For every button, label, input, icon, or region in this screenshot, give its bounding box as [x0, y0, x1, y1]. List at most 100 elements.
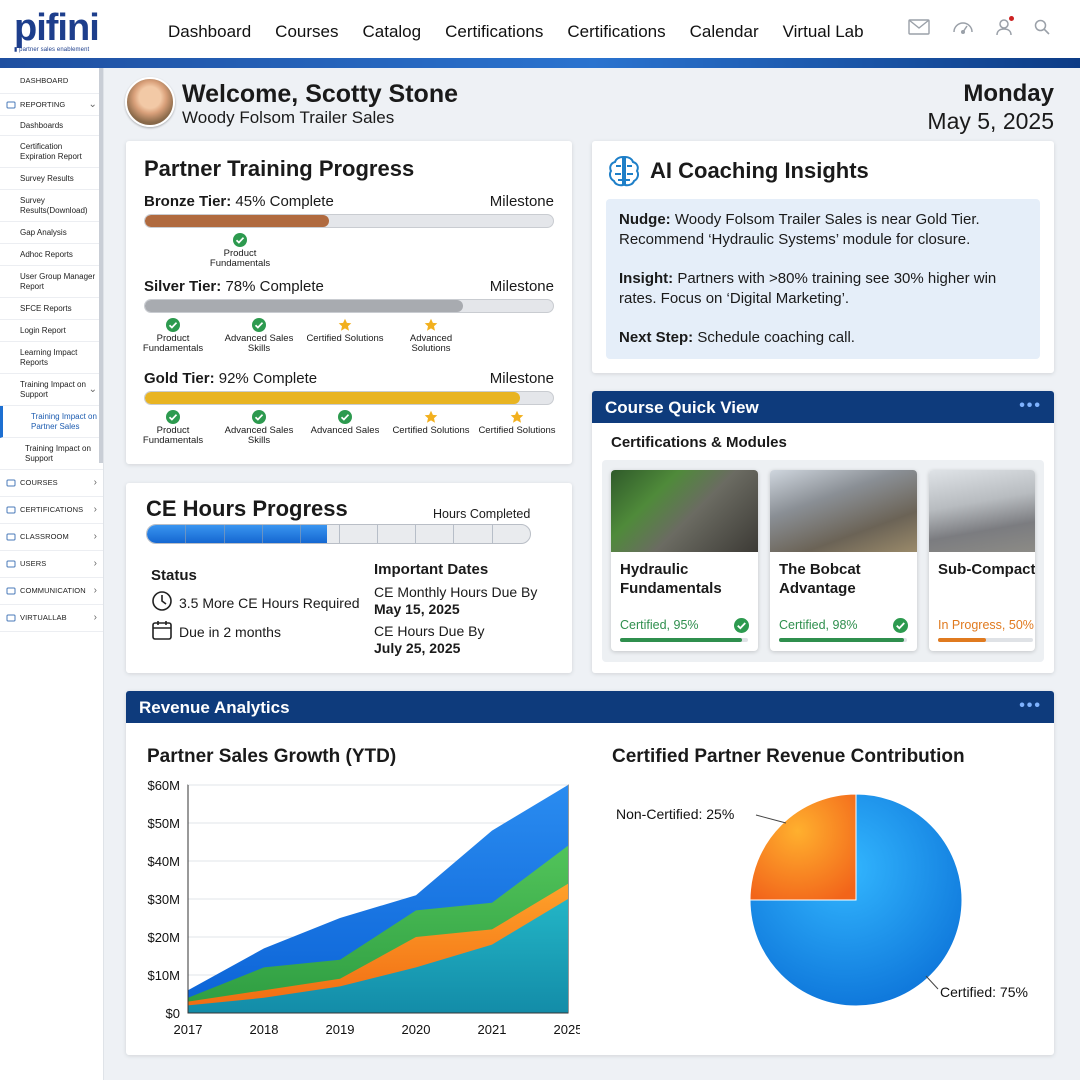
- more-options-icon[interactable]: •••: [1019, 397, 1042, 415]
- milestone-item: Advanced Sales: [305, 410, 385, 436]
- sidebar-item-survey-results[interactable]: Survey Results: [0, 168, 103, 190]
- sidebar-item-label: Dashboards: [20, 120, 64, 130]
- course-card[interactable]: Sub-Compact Utility Tractor In Progress, …: [929, 470, 1035, 651]
- chevron-icon[interactable]: ›: [94, 505, 97, 515]
- ce-hours-title: CE Hours Progress: [146, 496, 348, 521]
- sidebar-item-label: Survey Results(Download): [20, 195, 88, 215]
- milestone-label: Product Fundamentals: [209, 248, 271, 269]
- sidebar-item-dashboards[interactable]: Dashboards: [0, 116, 103, 136]
- course-card[interactable]: Hydraulic Fundamentals Certified, 95%: [611, 470, 758, 651]
- milestone-item: Advanced Sales Skills: [219, 410, 299, 446]
- ce-bar-segment: [223, 525, 225, 543]
- check-icon: [734, 618, 749, 633]
- milestone-item: Certified Solutions: [477, 410, 557, 436]
- nav-calendar[interactable]: Calendar: [690, 22, 759, 42]
- nav-certifications[interactable]: Certifications: [445, 22, 543, 42]
- nav-catalog[interactable]: Catalog: [362, 22, 421, 42]
- revenue-contribution-pie: Certified: 75% Non-Certified: 25%: [616, 793, 1028, 1007]
- sidebar-item-courses[interactable]: COURSES ›: [0, 470, 103, 497]
- chevron-icon[interactable]: ⌄: [89, 384, 97, 395]
- calendar-icon: [151, 619, 173, 644]
- sidebar-item-training-impact-on-partner-sales[interactable]: Training Impact on Partner Sales: [0, 406, 103, 438]
- chevron-icon[interactable]: ›: [94, 559, 97, 569]
- course-quick-view-title: Course Quick View: [605, 398, 759, 417]
- course-progress-fill: [620, 638, 742, 642]
- sidebar-item-dashboard[interactable]: DASHBOARD: [0, 68, 103, 94]
- tier-progress-fill: [145, 215, 329, 227]
- sidebar-item-learning-impact-reports[interactable]: Learning Impact Reports: [0, 342, 103, 374]
- ce-bar-segment: [453, 525, 455, 543]
- ce-progress-bar: [146, 524, 531, 544]
- sales-growth-chart: $0 $10M $20M $30M $40M $50M $60M 2017 2018 2019 20…: [147, 778, 580, 1037]
- tier-progress-bar: [144, 214, 554, 228]
- sidebar-item-certification-expiration-report[interactable]: Certification Expiration Report: [0, 136, 103, 168]
- sidebar-item-virtuallab[interactable]: VIRTUALLAB ›: [0, 605, 103, 632]
- sidebar-item-label: VIRTUALLAB: [20, 613, 67, 622]
- chevron-icon[interactable]: ›: [94, 586, 97, 596]
- date-day: Monday: [963, 80, 1054, 107]
- y-tick-label: $20M: [147, 930, 180, 945]
- nav-virtual-lab[interactable]: Virtual Lab: [783, 22, 864, 42]
- more-options-icon[interactable]: •••: [1019, 697, 1042, 715]
- date-item-total: CE Hours Due By July 25, 2025: [374, 623, 485, 656]
- nav-courses[interactable]: Courses: [275, 22, 338, 42]
- nav-certifications-2[interactable]: Certifications: [567, 22, 665, 42]
- pifini-logo[interactable]: pifini ▮ partner sales enablement: [14, 9, 100, 53]
- sidebar-item-label: DASHBOARD: [20, 75, 69, 85]
- sidebar-item-login-report[interactable]: Login Report: [0, 320, 103, 342]
- sidebar-item-label: Training Impact on Support: [20, 379, 86, 399]
- sidebar-item-training-impact-on-support[interactable]: Training Impact on Support ⌄: [0, 374, 103, 406]
- x-tick-label: 2017: [174, 1022, 203, 1037]
- sidebar-item-communication[interactable]: COMMUNICATION ›: [0, 578, 103, 605]
- speedometer-icon[interactable]: [952, 18, 974, 36]
- ai-insight: Insight: Partners with >80% training see…: [619, 270, 997, 307]
- star-icon: [510, 410, 524, 423]
- sidebar-item-certifications[interactable]: CERTIFICATIONS ›: [0, 497, 103, 524]
- mail-icon[interactable]: [908, 19, 930, 35]
- tier-progress-fill: [145, 392, 521, 404]
- ce-hours-card: CE Hours Progress Hours Completed Status…: [126, 483, 572, 673]
- chevron-icon[interactable]: ›: [94, 478, 97, 488]
- sidebar-item-gap-analysis[interactable]: Gap Analysis: [0, 222, 103, 244]
- tier-name: Bronze Tier:: [144, 193, 232, 210]
- check-icon: [338, 410, 352, 424]
- sidebar-item-training-impact-on-support[interactable]: Training Impact on Support: [0, 438, 103, 470]
- sidebar-item-adhoc-reports[interactable]: Adhoc Reports: [0, 244, 103, 266]
- revenue-analytics-card: Revenue Analytics ••• Partner Sales Grow…: [126, 691, 1054, 1055]
- ai-coaching-card: AI Coaching Insights Nudge: Woody Folsom…: [592, 141, 1054, 373]
- certifications-modules-label: Certifications & Modules: [611, 434, 787, 451]
- status-heading: Status: [151, 567, 197, 584]
- search-icon[interactable]: [1034, 19, 1050, 35]
- sidebar-item-label: Adhoc Reports: [20, 249, 73, 259]
- nav-dashboard[interactable]: Dashboard: [168, 22, 251, 42]
- chevron-icon[interactable]: ⌄: [89, 99, 97, 110]
- x-tick-label: 2018: [250, 1022, 279, 1037]
- course-card[interactable]: The Bobcat Advantage Certified, 98%: [770, 470, 917, 651]
- sidebar-item-label: COMMUNICATION: [20, 586, 86, 595]
- sidebar: DASHBOARD REPORTING ⌄ Dashboards Certificati…: [0, 68, 104, 1080]
- welcome-block: Welcome, Scotty Stone Woody Folsom Trail…: [182, 80, 458, 128]
- sidebar-item-users[interactable]: USERS ›: [0, 551, 103, 578]
- sidebar-item-label: Gap Analysis: [20, 227, 67, 237]
- milestone-label: Certified Solutions: [306, 333, 384, 344]
- x-tick-label: 2019: [326, 1022, 355, 1037]
- status-item-due: Due in 2 months: [151, 619, 281, 644]
- milestone-label: Product Fundamentals: [142, 425, 204, 446]
- sidebar-item-survey-results-download[interactable]: Survey Results(Download): [0, 190, 103, 222]
- user-icon[interactable]: [996, 16, 1014, 36]
- sidebar-item-classroom[interactable]: CLASSROOM ›: [0, 524, 103, 551]
- chevron-icon[interactable]: ›: [94, 532, 97, 542]
- sidebar-item-user-group-manager-report[interactable]: User Group Manager Report: [0, 266, 103, 298]
- important-dates-heading: Important Dates: [374, 561, 489, 578]
- section-icon: [6, 586, 16, 596]
- x-tick-label: 2025: [554, 1022, 580, 1037]
- sidebar-scrollbar[interactable]: [99, 68, 103, 463]
- sidebar-item-sfce-reports[interactable]: SFCE Reports: [0, 298, 103, 320]
- sidebar-item-label: Training Impact on Support: [25, 443, 91, 463]
- milestone-label: Certified Solutions: [392, 425, 470, 436]
- chevron-icon[interactable]: ›: [94, 613, 97, 623]
- tier-row-gold: Gold Tier: 92% Complete Milestone: [144, 370, 554, 387]
- milestone-item: Product Fundamentals: [133, 318, 213, 354]
- avatar[interactable]: [125, 77, 175, 127]
- sidebar-item-reporting[interactable]: REPORTING ⌄: [0, 94, 103, 116]
